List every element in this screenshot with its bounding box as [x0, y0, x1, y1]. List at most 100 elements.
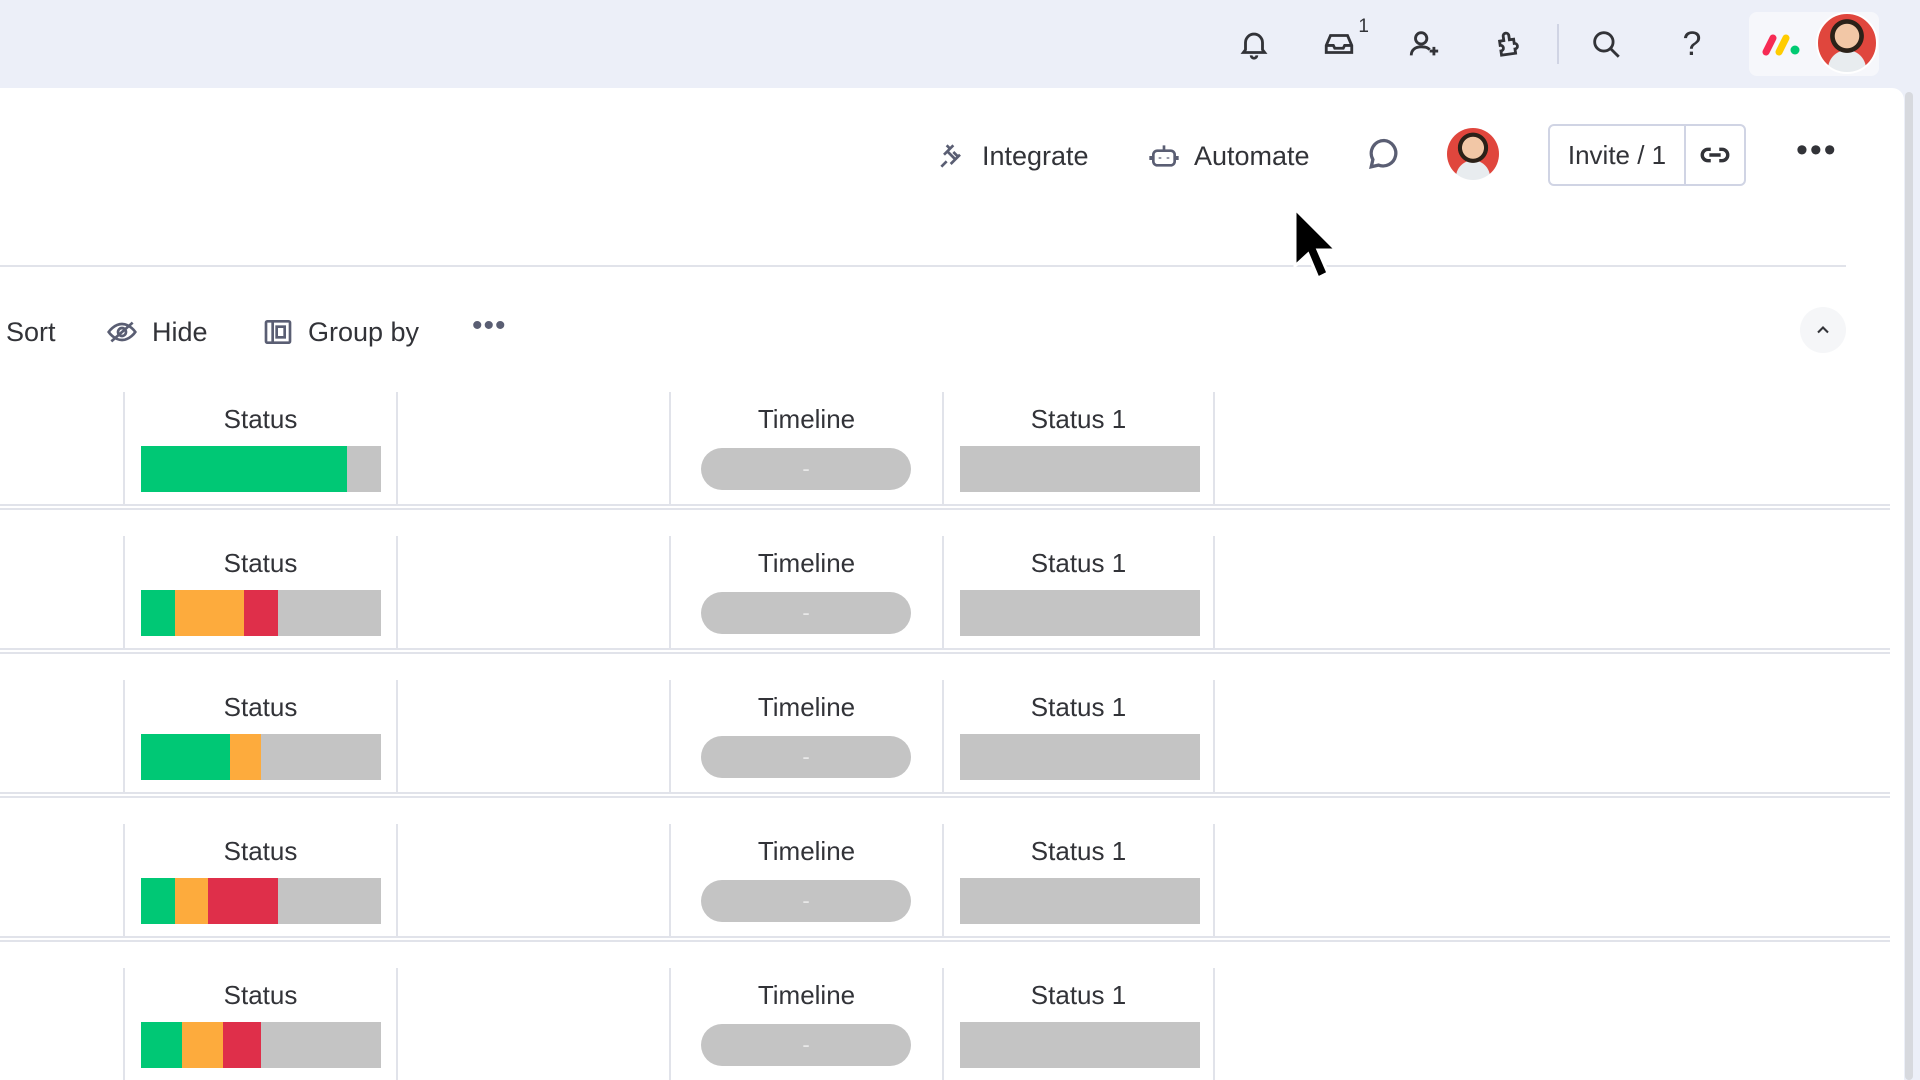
group-bottom-border	[0, 648, 1890, 650]
timeline-summary-pill[interactable]: -	[701, 880, 911, 922]
status-column-title: Status	[223, 980, 298, 1010]
group-separator	[0, 940, 1890, 942]
status-column-title: Status	[223, 692, 298, 722]
status-column-title: Status	[223, 404, 298, 434]
empty-column-cell	[396, 680, 669, 792]
header-divider	[0, 265, 1846, 267]
group-summary-row: Status Timeline - Status 1	[0, 392, 1890, 506]
empty-column-cell	[396, 968, 669, 1080]
status1-battery-bar[interactable]	[960, 878, 1200, 924]
copy-link-button[interactable]	[1686, 126, 1744, 184]
timeline-summary-cell: Timeline -	[669, 824, 942, 936]
bell-icon[interactable]	[1230, 20, 1278, 68]
status-battery-bar[interactable]	[141, 446, 381, 492]
status-segment-working	[174, 878, 209, 924]
user-avatar[interactable]	[1816, 12, 1878, 74]
status1-column-title: Status 1	[1030, 692, 1127, 722]
timeline-column-title: Timeline	[757, 404, 856, 434]
status1-battery-bar[interactable]	[960, 446, 1200, 492]
plug-icon	[940, 144, 961, 168]
status1-column-title: Status 1	[1030, 836, 1127, 866]
toolbar-more-button[interactable]: •••	[472, 311, 507, 341]
status-segment-stuck	[244, 590, 278, 636]
group-by-label: Group by	[308, 316, 420, 347]
invite-button[interactable]: Invite / 1	[1550, 126, 1686, 184]
vertical-scrollbar[interactable]	[1905, 92, 1913, 1080]
integrate-label: Integrate	[982, 140, 1089, 171]
help-label: ?	[1682, 24, 1702, 63]
group-bottom-border	[0, 936, 1890, 938]
collapse-button[interactable]	[1800, 307, 1846, 353]
invite-members-icon[interactable]	[1400, 20, 1448, 68]
board-member-avatar[interactable]	[1447, 128, 1499, 180]
status-column-title: Status	[223, 548, 298, 578]
link-icon	[1700, 147, 1730, 163]
timeline-summary-pill[interactable]: -	[701, 448, 911, 490]
status-segment-done	[141, 1022, 182, 1068]
status1-battery-bar[interactable]	[960, 1022, 1200, 1068]
status-segment-done	[141, 590, 175, 636]
group-summary-row: Status Timeline - Status 1	[0, 652, 1890, 794]
timeline-summary-cell: Timeline -	[669, 968, 942, 1080]
status-segment-working	[181, 1022, 223, 1068]
status-battery-bar[interactable]	[141, 734, 381, 780]
status1-summary-cell: Status 1	[942, 536, 1215, 648]
group-summary-row: Status Timeline - Status 1	[0, 796, 1890, 938]
timeline-summary-pill[interactable]: -	[701, 592, 911, 634]
status-summary-cell: Status	[123, 680, 396, 792]
help-icon[interactable]: ?	[1668, 20, 1716, 68]
empty-column-cell	[396, 392, 669, 504]
status-summary-cell: Status	[123, 968, 396, 1080]
status1-column-title: Status 1	[1030, 548, 1127, 578]
empty-column-cell	[396, 536, 669, 648]
status1-summary-cell: Status 1	[942, 392, 1215, 504]
status-summary-cell: Status	[123, 392, 396, 504]
status1-battery-bar[interactable]	[960, 590, 1200, 636]
timeline-column-title: Timeline	[757, 980, 856, 1010]
hide-label: Hide	[152, 316, 208, 347]
inbox-icon[interactable]: 1	[1315, 16, 1369, 68]
group-separator	[0, 508, 1890, 510]
mouse-cursor-icon	[1293, 206, 1340, 281]
timeline-summary-pill[interactable]: -	[701, 736, 911, 778]
top-bar: 1 ?	[0, 0, 1920, 88]
status-battery-bar[interactable]	[141, 1022, 381, 1068]
invite-group: Invite / 1	[1548, 124, 1746, 186]
timeline-column-title: Timeline	[757, 548, 856, 578]
status-segment-done	[141, 446, 348, 492]
apps-icon[interactable]	[1486, 20, 1534, 68]
group-summary-row: Status Timeline - Status 1	[0, 940, 1890, 1080]
search-icon[interactable]	[1582, 20, 1630, 68]
status1-summary-cell: Status 1	[942, 680, 1215, 792]
status1-summary-cell: Status 1	[942, 968, 1215, 1080]
empty-column-cell	[396, 824, 669, 936]
status1-summary-cell: Status 1	[942, 824, 1215, 936]
group-separator	[0, 652, 1890, 654]
timeline-summary-cell: Timeline -	[669, 680, 942, 792]
status-battery-bar[interactable]	[141, 878, 381, 924]
automate-label: Automate	[1194, 140, 1310, 171]
hide-button[interactable]: Hide	[106, 310, 208, 354]
board-more-button[interactable]: •••	[1796, 133, 1838, 167]
group-bottom-border	[0, 504, 1890, 506]
status-summary-cell: Status	[123, 824, 396, 936]
integrate-button[interactable]: Integrate	[936, 130, 1089, 182]
status1-column-title: Status 1	[1030, 404, 1127, 434]
timeline-summary-pill[interactable]: -	[701, 1024, 911, 1066]
status1-battery-bar[interactable]	[960, 734, 1200, 780]
monday-logo-icon	[1762, 34, 1800, 56]
group-by-icon	[264, 320, 292, 344]
sort-label: Sort	[6, 316, 56, 347]
group-by-button[interactable]: Group by	[262, 310, 419, 354]
timeline-summary-cell: Timeline -	[669, 392, 942, 504]
updates-chat-icon[interactable]	[1366, 136, 1402, 172]
timeline-summary-cell: Timeline -	[669, 536, 942, 648]
status-segment-stuck	[208, 878, 278, 924]
timeline-column-title: Timeline	[757, 836, 856, 866]
automate-button[interactable]: Automate	[1148, 130, 1310, 182]
status-battery-bar[interactable]	[141, 590, 381, 636]
sort-button[interactable]: Sort	[6, 310, 56, 354]
status-summary-cell: Status	[123, 536, 396, 648]
topbar-divider	[1557, 24, 1559, 64]
status-segment-done	[141, 878, 175, 924]
